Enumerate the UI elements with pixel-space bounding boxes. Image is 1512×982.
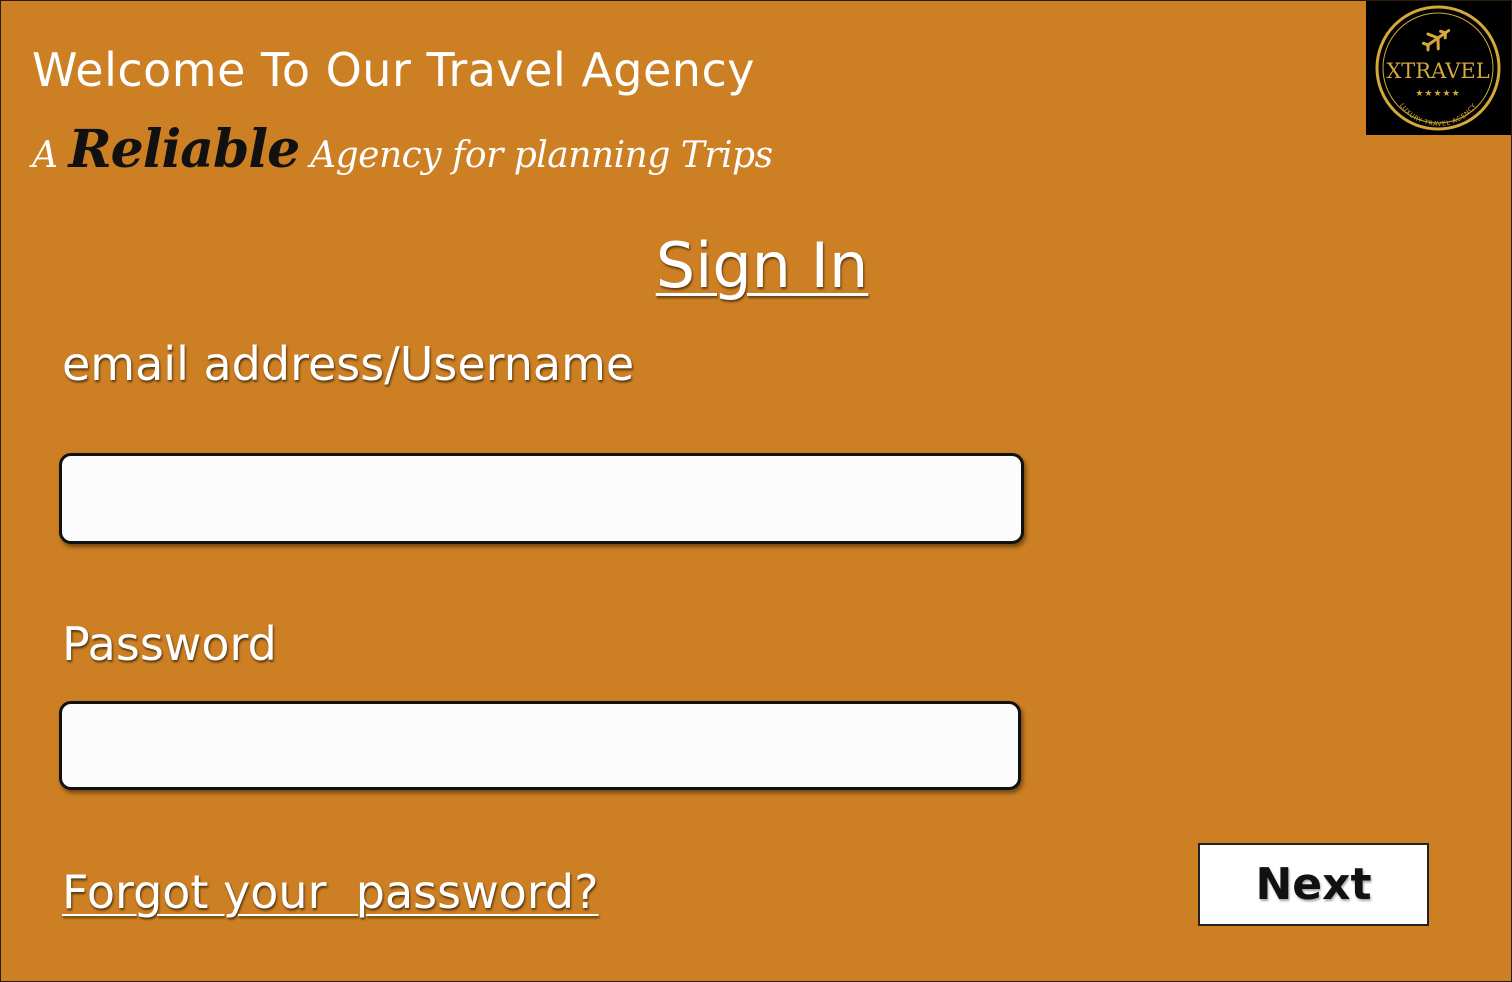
password-input[interactable] xyxy=(59,701,1021,790)
tagline-prefix: A xyxy=(32,135,69,176)
email-username-input[interactable] xyxy=(59,453,1024,544)
password-label: Password xyxy=(62,617,277,671)
logo-subtitle: LUXURY TRAVEL AGENCY xyxy=(1398,102,1478,128)
logo-stars: ★★★★★ xyxy=(1415,89,1460,99)
email-label: email address/Username xyxy=(62,337,635,391)
forgot-password-link[interactable]: Forgot your password? xyxy=(62,865,599,919)
tagline: A Reliable Agency for planning Trips xyxy=(32,119,773,180)
brand-logo: XTRAVEL ★★★★★ LUXURY TRAVEL AGENCY xyxy=(1366,1,1511,135)
logo-brand-text: XTRAVEL xyxy=(1386,59,1489,83)
airplane-icon xyxy=(1421,29,1451,52)
sign-in-page: Welcome To Our Travel Agency A Reliable … xyxy=(0,0,1512,982)
sign-in-title: Sign In xyxy=(655,229,869,302)
welcome-heading: Welcome To Our Travel Agency xyxy=(32,43,755,97)
tagline-highlight: Reliable xyxy=(68,119,300,180)
next-button[interactable]: Next xyxy=(1198,843,1429,926)
tagline-suffix: Agency for planning Trips xyxy=(299,135,773,176)
logo-emblem: XTRAVEL ★★★★★ LUXURY TRAVEL AGENCY xyxy=(1375,5,1501,131)
